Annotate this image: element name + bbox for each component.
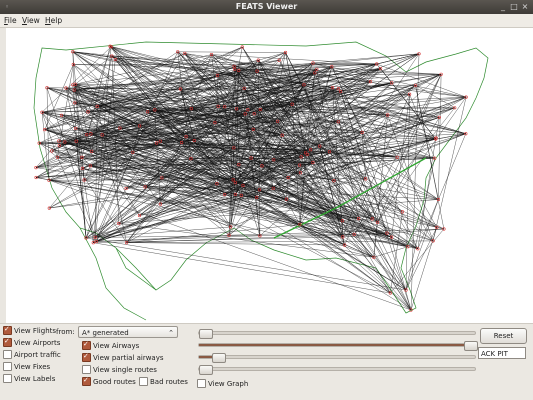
view-fixes-check[interactable] [3, 362, 12, 371]
airport-traffic-check[interactable] [3, 350, 12, 359]
view-flights-check[interactable] [3, 325, 12, 335]
view-single-routes-check[interactable] [82, 365, 91, 374]
view-partial-airways-checkbox[interactable]: View partial airways [82, 352, 164, 362]
good-routes-checkbox[interactable]: Good routes [82, 376, 136, 386]
view-partial-airways-check[interactable] [82, 352, 91, 362]
route-source-select[interactable]: A* generated ⌃ [78, 326, 178, 338]
view-flights-checkbox[interactable]: View Flights [3, 325, 56, 335]
slider-1[interactable] [198, 329, 476, 339]
menu-view[interactable]: View [22, 16, 40, 25]
slider-1-thumb[interactable] [199, 329, 213, 339]
bad-routes-checkbox[interactable]: Bad routes [139, 377, 188, 386]
slider-2[interactable] [198, 341, 478, 351]
reset-button[interactable]: Reset [480, 328, 527, 344]
view-labels-checkbox[interactable]: View Labels [3, 374, 55, 383]
view-fixes-checkbox[interactable]: View Fixes [3, 362, 50, 371]
slider-4[interactable] [198, 365, 476, 375]
view-single-routes-checkbox[interactable]: View single routes [82, 365, 157, 374]
map-view[interactable] [6, 28, 533, 323]
view-labels-check[interactable] [3, 374, 12, 383]
menu-bar: File View Help [0, 14, 533, 28]
maximize-icon[interactable]: □ [509, 2, 519, 12]
slider-3-thumb[interactable] [212, 353, 227, 363]
close-icon[interactable]: × [520, 2, 530, 12]
flight-route-map[interactable] [6, 28, 533, 323]
title-bar: ◦ FEATS Viewer _ □ × [0, 0, 533, 14]
route-lines [35, 46, 467, 311]
slider-4-thumb[interactable] [199, 365, 213, 375]
window-title: FEATS Viewer [235, 2, 298, 11]
menu-file[interactable]: File [4, 16, 17, 25]
bad-routes-check[interactable] [139, 377, 148, 386]
view-airports-checkbox[interactable]: View Airports [3, 337, 60, 347]
view-airways-checkbox[interactable]: View Airways [82, 340, 139, 350]
view-airports-check[interactable] [3, 337, 12, 347]
minimize-icon[interactable]: _ [498, 2, 508, 12]
view-graph-check[interactable] [197, 379, 206, 388]
select-arrows-icon: ⌃ [168, 329, 174, 337]
view-airways-check[interactable] [82, 340, 91, 350]
view-graph-checkbox[interactable]: View Graph [197, 379, 248, 388]
slider-3[interactable] [198, 353, 476, 363]
from-label: from: [56, 328, 75, 336]
menu-help[interactable]: Help [45, 16, 62, 25]
good-routes-check[interactable] [82, 376, 91, 386]
control-panel: View Flights View Airports Airport traff… [0, 323, 533, 400]
airport-pair-field[interactable]: ACK PIT [478, 347, 526, 359]
airport-traffic-checkbox[interactable]: Airport traffic [3, 350, 61, 359]
slider-2-thumb[interactable] [464, 341, 478, 351]
